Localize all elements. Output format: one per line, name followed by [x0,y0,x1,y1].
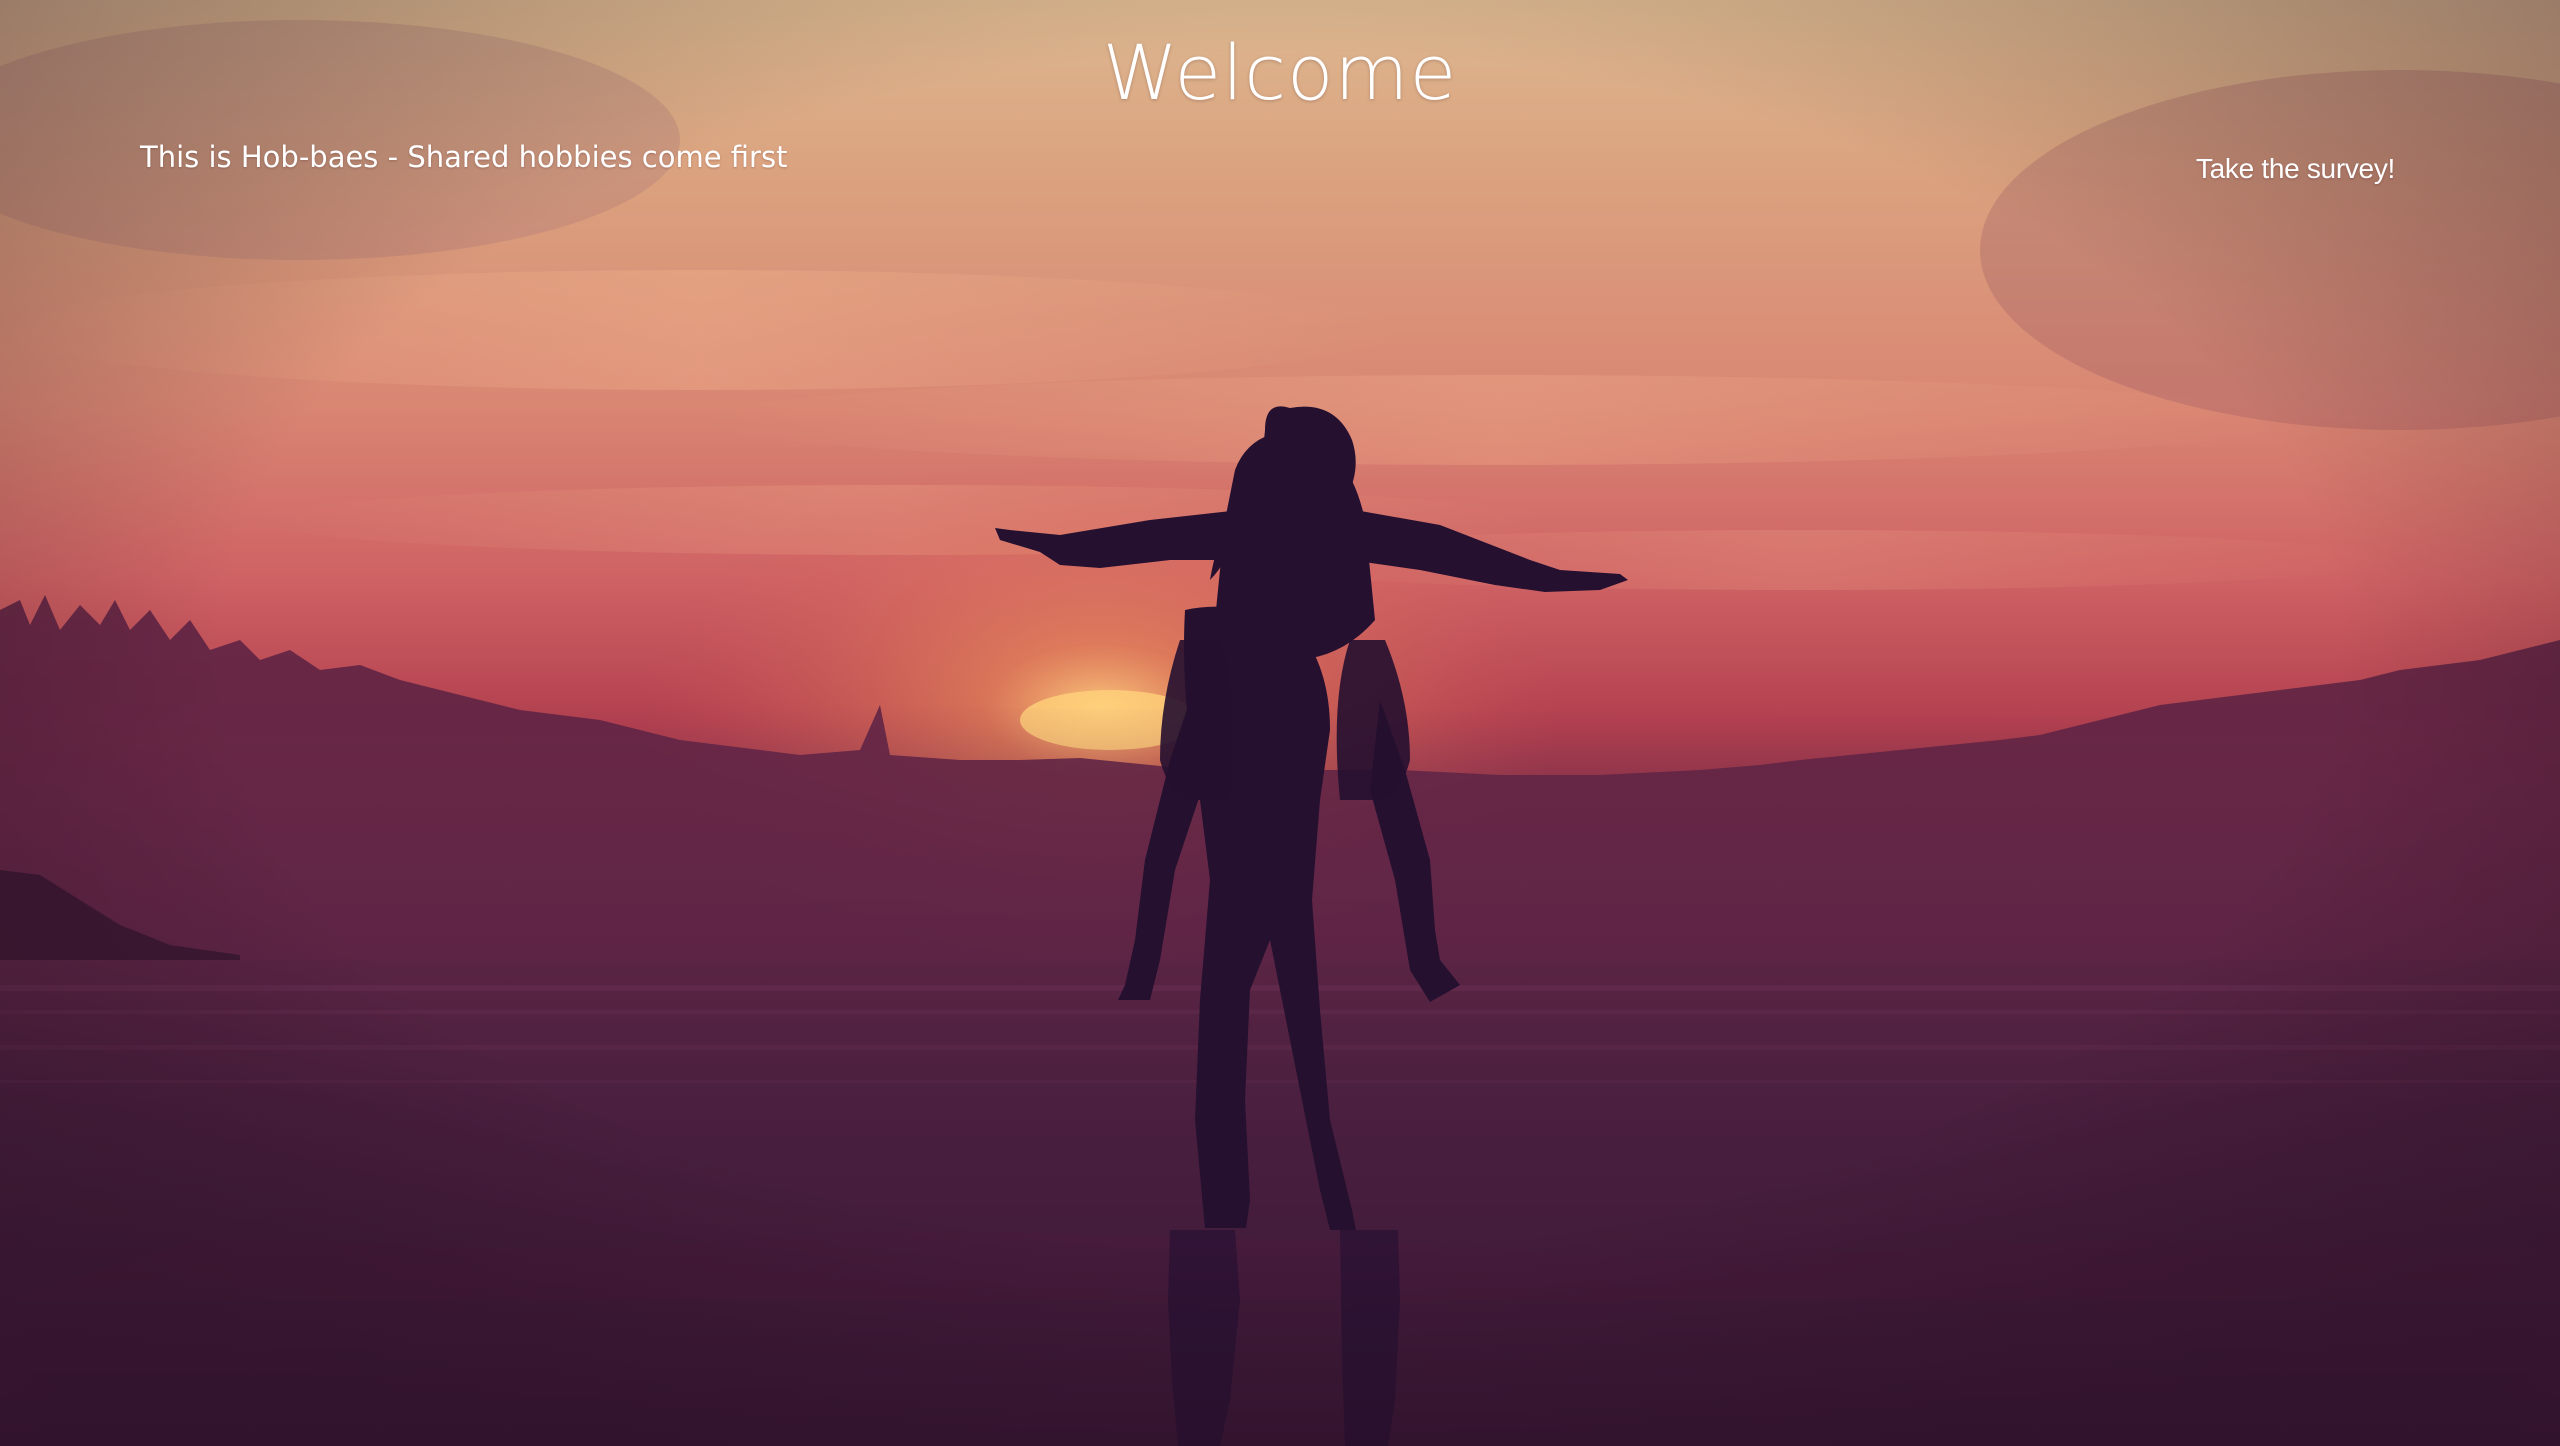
take-survey-link[interactable]: Take the survey! [2196,153,2395,185]
page-title: Welcome [1102,28,1458,117]
sunset-silhouette-image [0,0,2560,1446]
tagline-text: This is Hob-baes - Shared hobbies come f… [140,140,788,174]
hero-background-image [0,0,2560,1446]
